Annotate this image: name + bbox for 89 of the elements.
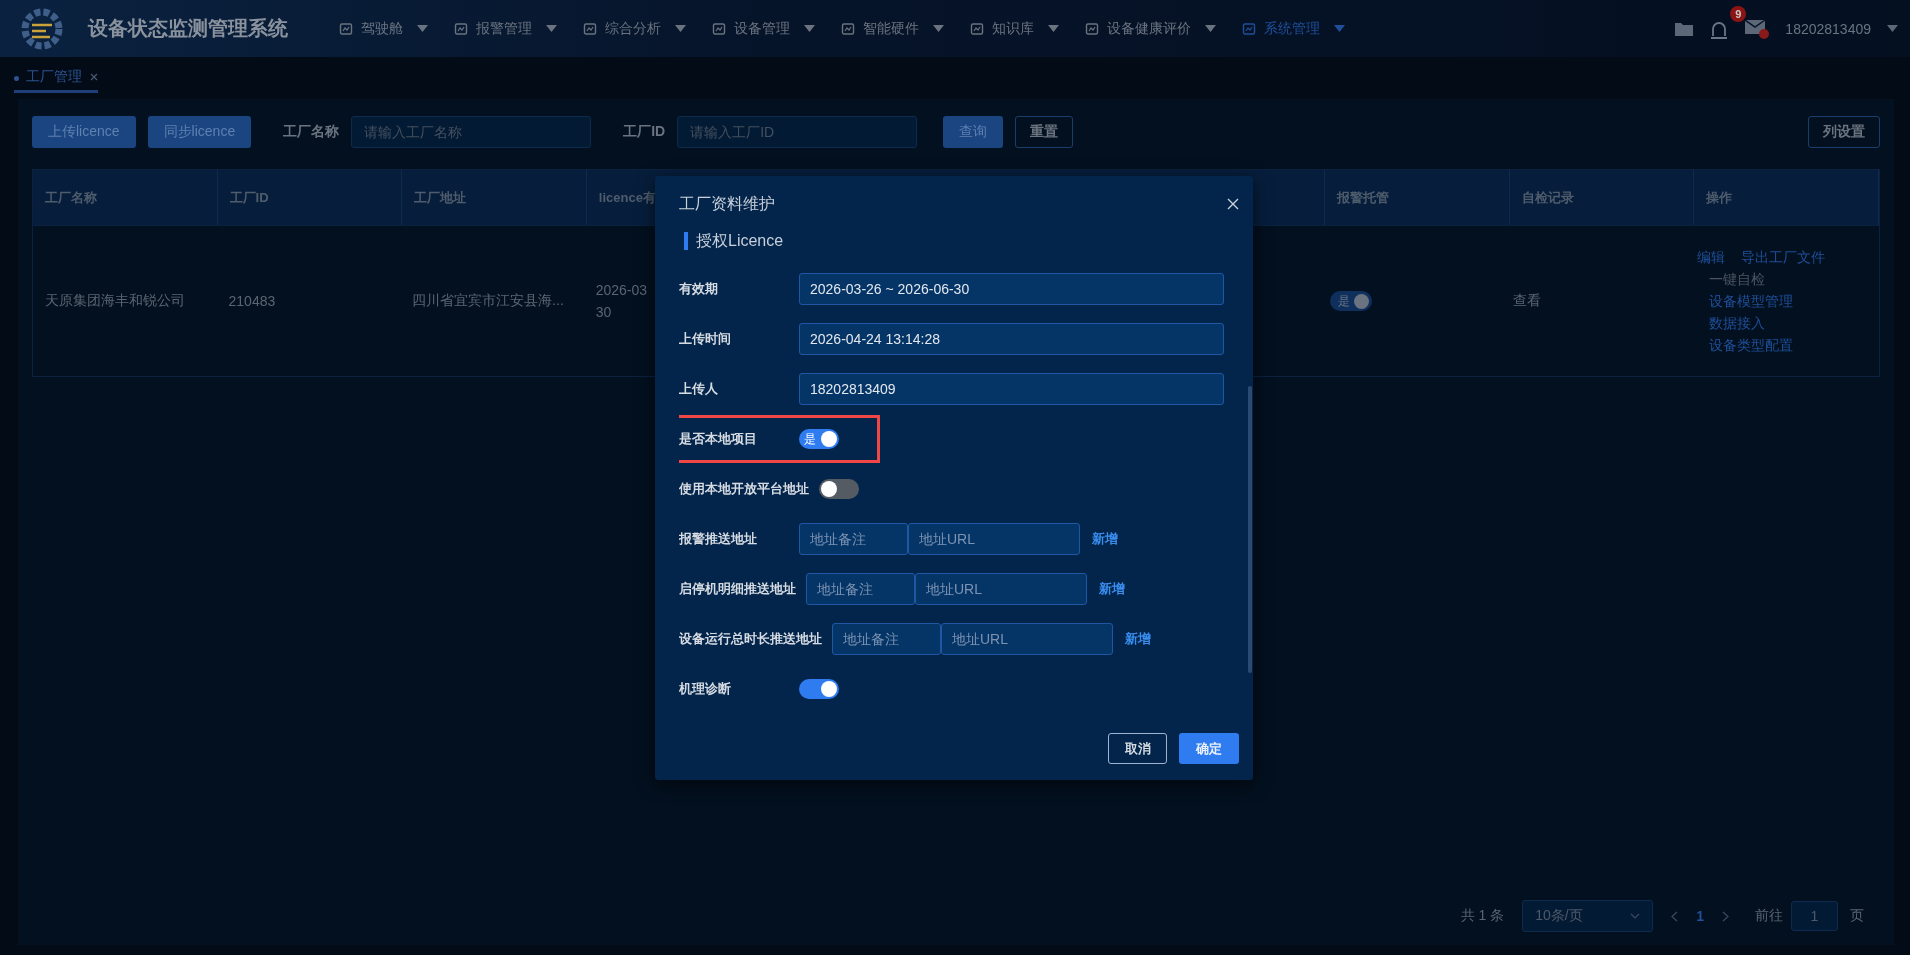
nav-menu-item[interactable]: 知识库: [957, 19, 1072, 38]
reset-button[interactable]: 重置: [1015, 116, 1074, 148]
filter-label: 工厂ID: [623, 123, 666, 141]
user-name[interactable]: 18202813409: [1785, 20, 1871, 37]
action-link[interactable]: 设备类型配置: [1709, 335, 1859, 355]
page-size-select[interactable]: 10条/页: [1522, 900, 1654, 932]
section-heading: 授权Licence: [684, 232, 784, 250]
column-settings-button[interactable]: 列设置: [1808, 116, 1880, 148]
filter-input[interactable]: 请输入工厂名称: [351, 116, 592, 148]
notification-badge: 9: [1730, 5, 1747, 22]
column-header: 自检记录: [1521, 188, 1574, 207]
caret-icon: [417, 25, 428, 32]
action-link[interactable]: 编辑: [1697, 247, 1725, 267]
caret-icon: [1048, 25, 1059, 32]
table-cell: 四川省宜宾市江安县海...: [412, 292, 564, 310]
caret-icon: [546, 25, 557, 32]
nav-menu-item[interactable]: 报警管理: [441, 19, 570, 38]
view-link[interactable]: 查看: [1513, 292, 1542, 310]
action-link[interactable]: 导出工厂文件: [1741, 247, 1825, 267]
nav-menu-item[interactable]: 设备健康评价: [1072, 19, 1229, 38]
toolbar-button[interactable]: 同步licence: [147, 116, 252, 148]
input-field[interactable]: 地址URL: [941, 623, 1113, 655]
nav-menu-item[interactable]: 驾驶舱: [326, 19, 441, 38]
field-label: 启停机明细推送地址: [679, 580, 797, 598]
nav-menu-item[interactable]: 智能硬件: [828, 19, 957, 38]
input-field[interactable]: 地址备注: [799, 523, 908, 555]
nav-menu-item[interactable]: 系统管理: [1229, 19, 1358, 38]
add-link[interactable]: 新增: [1125, 630, 1151, 648]
input-field[interactable]: 地址URL: [915, 573, 1087, 605]
column-header: 报警托管: [1337, 188, 1390, 207]
caret-icon[interactable]: [1887, 25, 1898, 32]
field-label: 上传人: [679, 380, 719, 398]
field-label: 设备运行总时长推送地址: [679, 630, 823, 648]
confirm-button[interactable]: 确定: [1179, 733, 1239, 764]
caret-icon: [804, 25, 815, 32]
page-unit-label: 页: [1850, 907, 1864, 925]
toggle-switch[interactable]: 是: [1329, 291, 1372, 311]
input-field[interactable]: 2026-04-24 13:14:28: [799, 323, 1224, 355]
chevron-down-icon: [1630, 913, 1641, 919]
nav-menu-item[interactable]: 设备管理: [699, 19, 828, 38]
column-header: 工厂地址: [414, 188, 467, 207]
dialog-title: 工厂资料维护: [679, 193, 775, 214]
input-field[interactable]: 18202813409: [799, 373, 1224, 405]
goto-label: 前往: [1755, 907, 1783, 925]
add-link[interactable]: 新增: [1092, 530, 1118, 548]
input-field[interactable]: 地址备注: [832, 623, 941, 655]
field-label: 机理诊断: [679, 680, 732, 698]
field-label: 是否本地项目: [679, 430, 758, 448]
table-cell: 210483: [228, 293, 276, 309]
caret-icon: [1205, 25, 1216, 32]
action-link[interactable]: 设备模型管理: [1709, 291, 1859, 311]
goto-page-input[interactable]: 1: [1791, 901, 1838, 931]
field-label: 有效期: [679, 280, 719, 298]
column-header: 工厂ID: [229, 188, 269, 207]
folder-icon[interactable]: [1675, 21, 1694, 36]
chart-icon: [339, 21, 353, 36]
page-number[interactable]: 1: [1696, 908, 1704, 924]
add-link[interactable]: 新增: [1099, 580, 1125, 598]
caret-icon: [933, 25, 944, 32]
column-header: licence有: [598, 188, 656, 207]
gear-logo-icon: [20, 6, 64, 51]
input-field[interactable]: 地址备注: [806, 573, 915, 605]
caret-icon: [1334, 25, 1345, 32]
page-tab[interactable]: 工厂管理: [14, 63, 98, 93]
scrollbar[interactable]: [1248, 386, 1252, 673]
nav-menu-item[interactable]: 综合分析: [570, 19, 699, 38]
column-header: 工厂名称: [45, 188, 97, 207]
input-field[interactable]: 2026-03-26 ~ 2026-06-30: [799, 273, 1224, 305]
caret-icon: [675, 25, 686, 32]
table-cell-text: 2026-03 30: [595, 281, 648, 322]
app-title: 设备状态监测管理系统: [88, 16, 288, 41]
column-header: 操作: [1706, 188, 1733, 207]
chevron-left-icon[interactable]: [1671, 910, 1679, 922]
field-label: 报警推送地址: [679, 530, 758, 548]
action-link[interactable]: 数据接入: [1709, 313, 1859, 333]
toggle-switch[interactable]: [819, 479, 859, 499]
total-count: 共 1 条: [1460, 907, 1505, 925]
query-button[interactable]: 查询: [943, 116, 1004, 148]
input-field[interactable]: 地址URL: [908, 523, 1080, 555]
field-label: 使用本地开放平台地址: [679, 480, 810, 498]
table-cell: 天原集团海丰和锐公司: [45, 292, 185, 310]
filter-label: 工厂名称: [283, 123, 340, 141]
filter-input[interactable]: 请输入工厂ID: [677, 116, 918, 148]
field-label: 上传时间: [679, 330, 732, 348]
mail-icon[interactable]: [1745, 18, 1770, 39]
toggle-switch[interactable]: 是: [799, 429, 839, 449]
toggle-switch[interactable]: [799, 679, 839, 699]
cancel-button[interactable]: 取消: [1108, 733, 1167, 764]
chevron-right-icon[interactable]: [1722, 910, 1729, 922]
